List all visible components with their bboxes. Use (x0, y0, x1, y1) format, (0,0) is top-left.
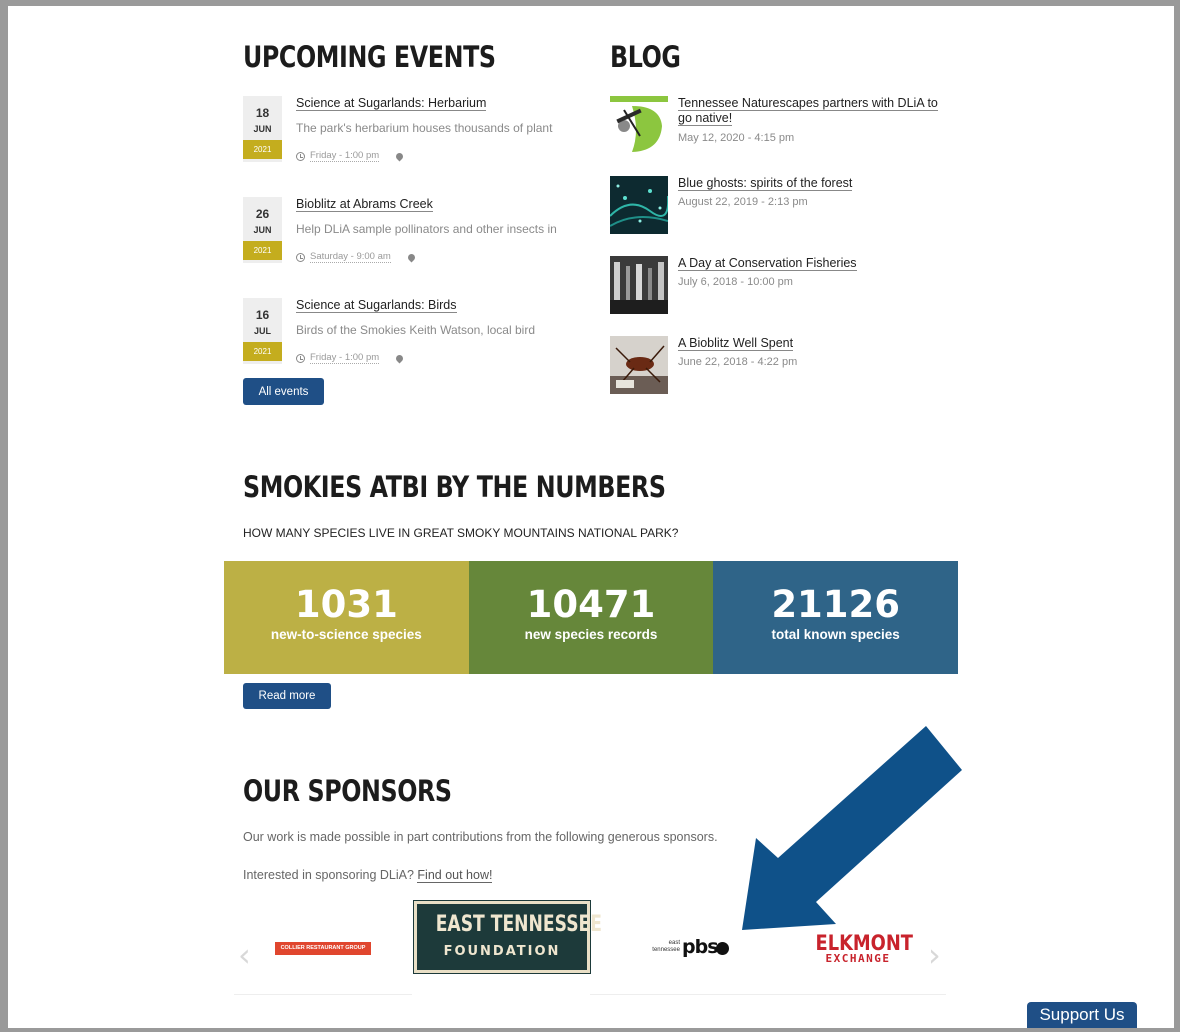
blog-post[interactable]: A Bioblitz Well Spent June 22, 2018 - 4:… (610, 336, 950, 396)
event-title-link[interactable]: Science at Sugarlands: Herbarium (296, 96, 487, 111)
all-events-button[interactable]: All events (243, 378, 324, 405)
stat-label: new-to-science species (270, 627, 422, 642)
carousel-prev-icon[interactable]: ‹ (238, 936, 251, 974)
sponsors-heading: OUR SPONSORS (243, 774, 452, 808)
event-summary: The park's herbarium houses thousands of… (296, 121, 553, 135)
pbs-wordmark: pbs (682, 936, 719, 958)
post-title[interactable]: Tennessee Naturescapes partners with DLi… (678, 96, 938, 126)
stat-new-records: 10471 new species records (468, 561, 714, 674)
etf-logo-line2: FOUNDATION (443, 944, 561, 959)
pbs-small-east: east (668, 940, 680, 946)
collier-logo[interactable]: COLLIER RESTAURANT GROUP (275, 942, 371, 955)
event-month: JUN (253, 124, 272, 134)
stat-label: total known species (771, 627, 900, 642)
event-meta: Friday - 1:00 pm (296, 352, 405, 364)
map-pin-icon[interactable] (394, 151, 405, 161)
event-item[interactable]: 18 JUN 2021 Science at Sugarlands: Herba… (243, 96, 583, 176)
event-meta: Friday - 1:00 pm (296, 150, 405, 162)
stat-new-to-science: 1031 new-to-science species (224, 561, 469, 674)
clock-icon (296, 353, 305, 363)
interested-text: Interested in sponsoring DLiA? (243, 868, 414, 882)
post-title-link[interactable]: A Bioblitz Well Spent (678, 336, 948, 351)
post-thumbnail[interactable] (610, 96, 668, 154)
etf-logo[interactable]: EAST TENNESSEE FOUNDATION (413, 900, 603, 974)
post-title[interactable]: A Bioblitz Well Spent (678, 336, 794, 351)
post-title-link[interactable]: Tennessee Naturescapes partners with DLi… (678, 96, 948, 126)
support-us-button[interactable]: Support Us (1027, 1002, 1137, 1028)
east-tennessee-pbs-logo[interactable]: east tennessee pbs (630, 934, 730, 962)
stat-label: new species records (524, 627, 658, 642)
clock-icon (296, 252, 305, 262)
post-title[interactable]: A Day at Conservation Fisheries (678, 256, 857, 271)
stats-banner: 1031 new-to-science species 10471 new sp… (224, 561, 959, 674)
event-meta: Saturday - 9:00 am (296, 251, 417, 263)
page: UPCOMING EVENTS 18 JUN 2021 Science at S… (8, 6, 1174, 1028)
stat-value: 10471 (526, 583, 656, 626)
sponsors-intro: Our work is made possible in part contri… (243, 830, 718, 844)
sponsors-interested: Interested in sponsoring DLiA? Find out … (243, 868, 493, 883)
post-thumbnail[interactable] (610, 256, 668, 314)
event-title-link[interactable]: Science at Sugarlands: Birds (296, 298, 457, 313)
post-title-link[interactable]: Blue ghosts: spirits of the forest (678, 176, 948, 191)
post-date: May 12, 2020 - 4:15 pm (678, 132, 795, 144)
event-date-badge: 18 JUN 2021 (243, 96, 282, 162)
event-date-badge: 16 JUL 2021 (243, 298, 282, 364)
post-date: July 6, 2018 - 10:00 pm (678, 276, 793, 288)
event-year: 2021 (243, 342, 282, 361)
event-day: 18 (255, 106, 270, 120)
stat-value: 1031 (294, 583, 398, 626)
map-pin-icon[interactable] (394, 353, 405, 363)
clock-icon (296, 151, 305, 161)
numbers-heading: SMOKIES ATBI BY THE NUMBERS (243, 470, 666, 504)
post-title-link[interactable]: A Day at Conservation Fisheries (678, 256, 948, 271)
event-time[interactable]: Friday - 1:00 pm (310, 352, 380, 364)
blog-post[interactable]: Blue ghosts: spirits of the forest Augus… (610, 176, 950, 236)
event-date-badge: 26 JUN 2021 (243, 197, 282, 263)
event-time[interactable]: Friday - 1:00 pm (310, 150, 380, 162)
event-item[interactable]: 16 JUL 2021 Science at Sugarlands: Birds… (243, 298, 583, 378)
events-heading: UPCOMING EVENTS (243, 40, 496, 74)
stat-total-known: 21126 total known species (713, 561, 959, 674)
event-day: 26 (255, 207, 270, 221)
blog-post[interactable]: A Day at Conservation Fisheries July 6, … (610, 256, 950, 316)
event-summary: Birds of the Smokies Keith Watson, local… (296, 323, 535, 337)
etf-logo-line1: EAST TENNESSEE (435, 912, 603, 937)
map-pin-icon[interactable] (406, 252, 417, 262)
pbs-small-tennessee: tennessee (652, 947, 680, 953)
post-date: June 22, 2018 - 4:22 pm (678, 356, 798, 368)
post-thumbnail[interactable] (610, 336, 668, 394)
event-year: 2021 (243, 241, 282, 260)
blog-post[interactable]: Tennessee Naturescapes partners with DLi… (610, 96, 950, 156)
event-title-link[interactable]: Bioblitz at Abrams Creek (296, 197, 433, 212)
event-time[interactable]: Saturday - 9:00 am (310, 251, 391, 263)
event-month: JUL (253, 326, 271, 336)
blog-heading: BLOG (610, 40, 681, 74)
event-year: 2021 (243, 140, 282, 159)
post-date: August 22, 2019 - 2:13 pm (678, 196, 808, 208)
event-summary: Help DLiA sample pollinators and other i… (296, 222, 557, 236)
event-item[interactable]: 26 JUN 2021 Bioblitz at Abrams Creek Hel… (243, 197, 583, 277)
annotation-arrow-icon (742, 726, 962, 930)
find-out-how-link[interactable]: Find out how! (417, 868, 493, 883)
post-title[interactable]: Blue ghosts: spirits of the forest (678, 176, 853, 191)
post-thumbnail[interactable] (610, 176, 668, 234)
numbers-subheading: HOW MANY SPECIES LIVE IN GREAT SMOKY MOU… (243, 526, 679, 540)
stat-value: 21126 (771, 583, 901, 626)
divider (234, 994, 412, 995)
divider (590, 994, 946, 995)
event-day: 16 (255, 308, 270, 322)
read-more-button[interactable]: Read more (243, 683, 331, 709)
event-month: JUN (253, 225, 272, 235)
